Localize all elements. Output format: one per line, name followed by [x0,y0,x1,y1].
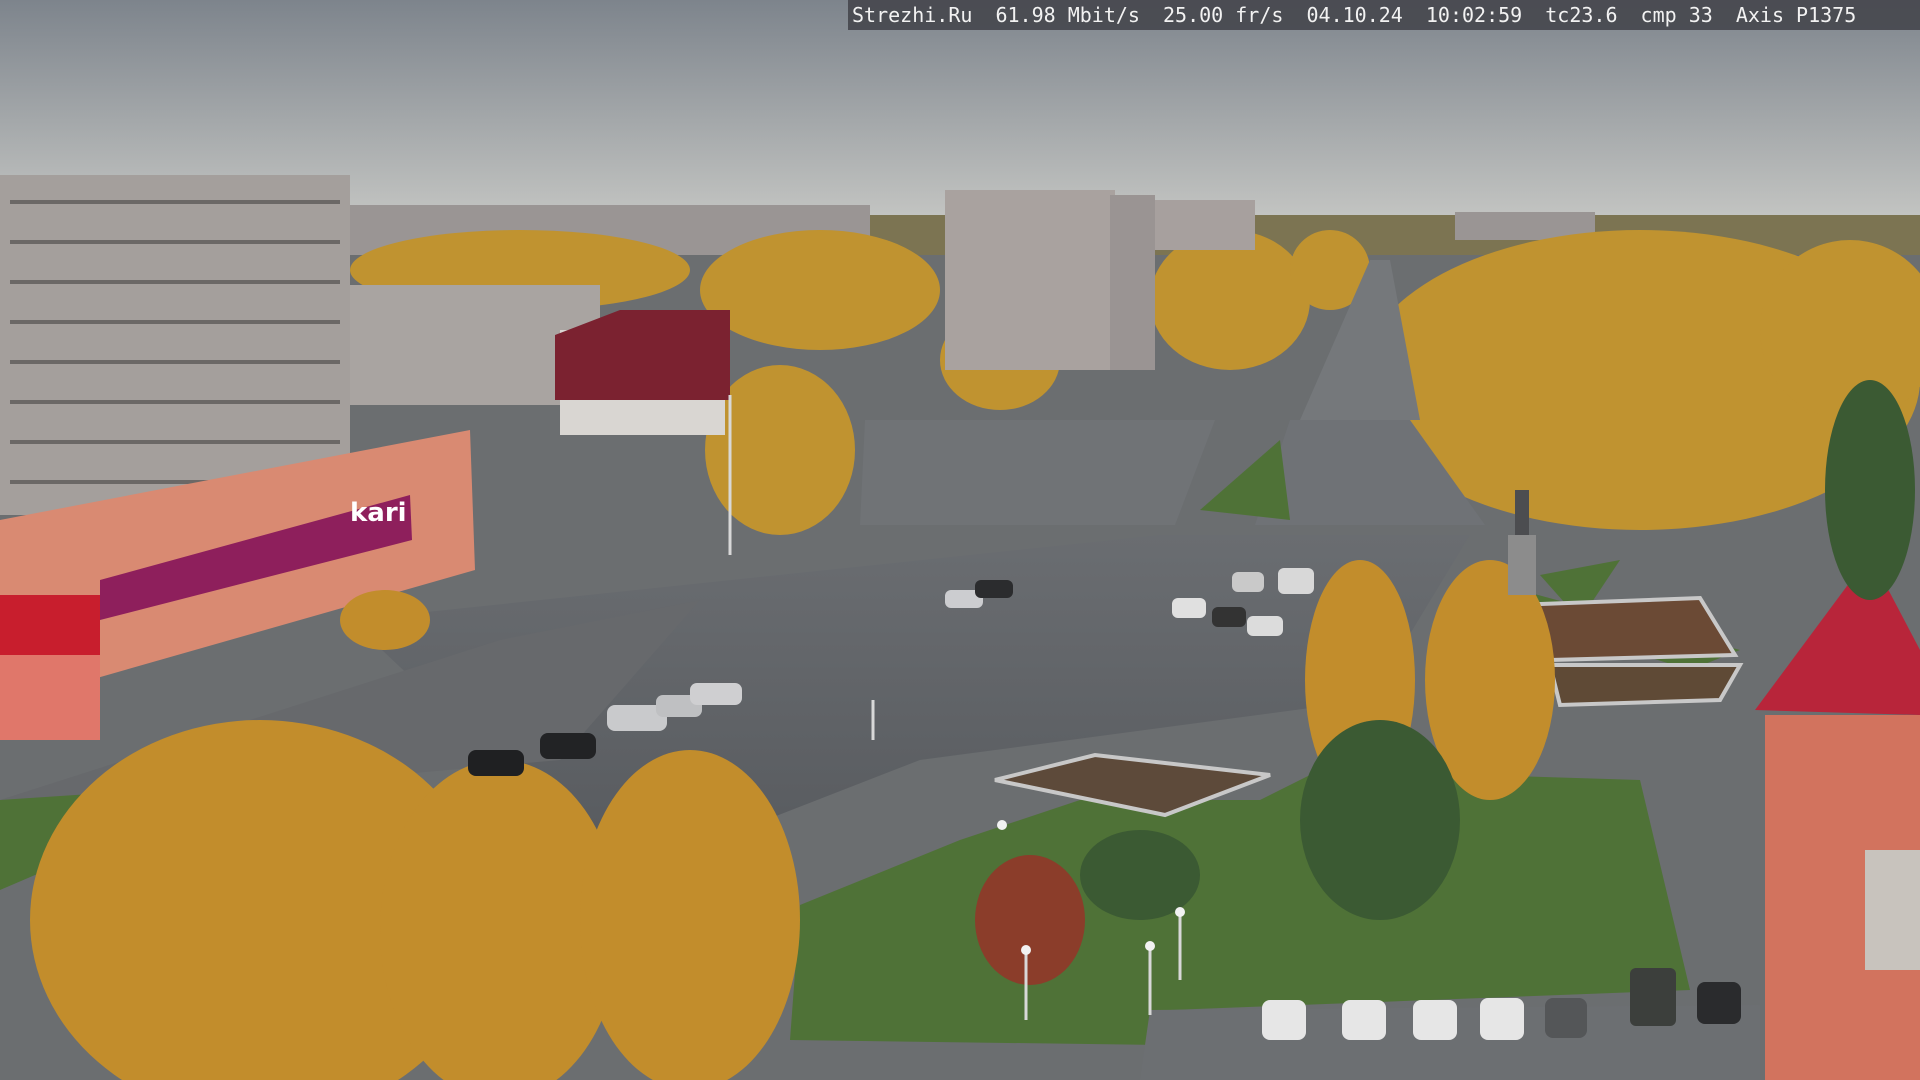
overlay-cmp: cmp 33 [1640,3,1713,27]
webcam-scene [0,0,1920,1080]
overlay-date: 04.10.24 [1306,3,1403,27]
overlay-framerate: 25.00 fr/s [1163,3,1284,27]
webcam-info-overlay: Strezhi.Ru 61.98 Mbit/s 25.00 fr/s 04.10… [848,0,1920,30]
overlay-time: 10:02:59 [1425,3,1523,27]
red-roof-building [555,310,730,435]
overlay-site: Strezhi.Ru [852,3,973,27]
plaza [860,420,1215,525]
red-shrub [975,855,1085,985]
store-brand-sign: kari [350,498,407,528]
overlay-tc: tc23.6 [1545,3,1618,27]
overlay-camera-model: Axis P1375 [1735,3,1857,27]
overlay-bitrate: 61.98 Mbit/s [995,3,1140,27]
